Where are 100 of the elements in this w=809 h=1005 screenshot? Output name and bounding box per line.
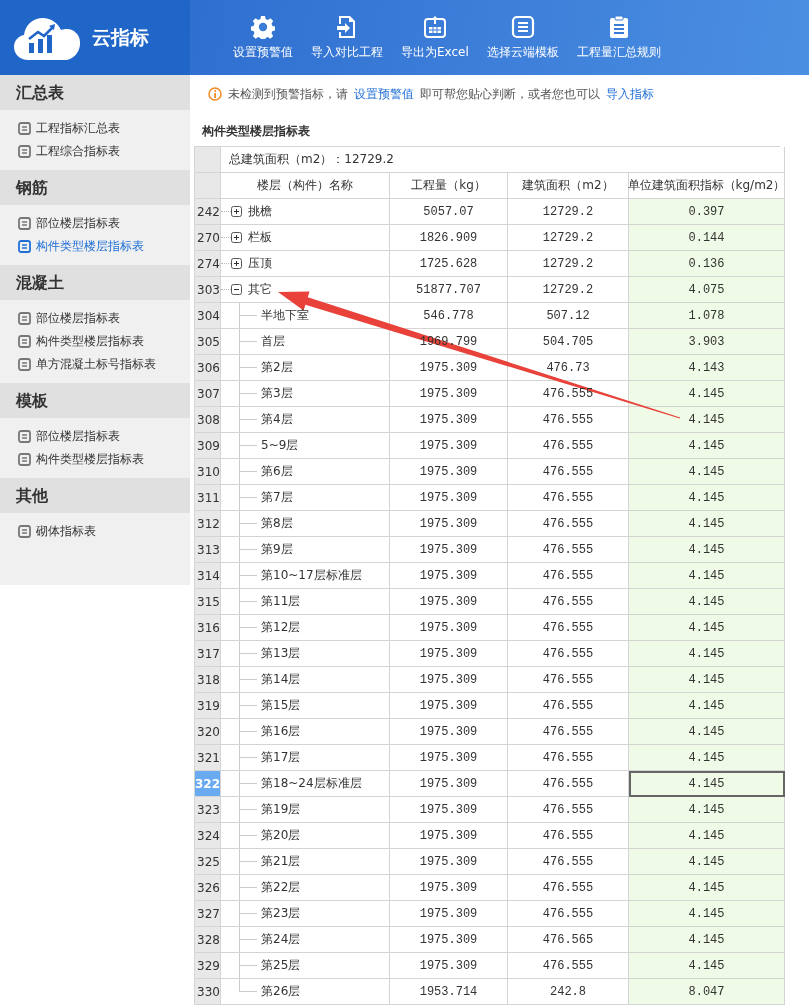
table-cell: 4.075 xyxy=(688,282,725,297)
row-name: 第3层 xyxy=(261,385,293,402)
row-name: 5~9层 xyxy=(261,437,299,454)
table-cell: 476.555 xyxy=(542,880,594,895)
sidebar-item[interactable]: 部位楼层指标表 xyxy=(18,214,190,232)
row-name: 挑檐 xyxy=(248,203,272,220)
table-cell: 4.145 xyxy=(688,880,725,895)
row-number: 309 xyxy=(195,433,221,459)
sidebar-item[interactable]: 工程指标汇总表 xyxy=(18,119,190,137)
row-number: 319 xyxy=(195,693,221,719)
toolbar-button[interactable]: 导入对比工程 xyxy=(302,14,392,61)
row-name: 首层 xyxy=(261,333,285,350)
table-cell: 12729.2 xyxy=(542,256,594,271)
column-header: 建筑面积（m2） xyxy=(508,173,629,199)
sidebar-item[interactable]: 构件类型楼层指标表 xyxy=(18,237,190,255)
row-name: 半地下室 xyxy=(261,307,309,324)
table-cell: 476.555 xyxy=(542,490,594,505)
table-cell: 476.555 xyxy=(542,412,594,427)
row-number: 304 xyxy=(195,303,221,329)
section-heading: 模板 xyxy=(0,383,190,418)
table-cell: 1975.309 xyxy=(419,516,478,531)
table-cell: 476.555 xyxy=(542,646,594,661)
table-cell: 4.145 xyxy=(688,932,725,947)
table-cell: 1975.309 xyxy=(419,880,478,895)
expand-icon[interactable] xyxy=(231,258,242,269)
table-cell: 1975.309 xyxy=(419,932,478,947)
table-cell: 1975.309 xyxy=(419,386,478,401)
table-cell: 1826.909 xyxy=(419,230,478,245)
sidebar-item[interactable]: 砌体指标表 xyxy=(18,522,190,540)
sidebar-item[interactable]: 部位楼层指标表 xyxy=(18,427,190,445)
row-number: 314 xyxy=(195,563,221,589)
table-cell: 476.555 xyxy=(542,672,594,687)
table-icon xyxy=(18,121,31,135)
toolbar-button[interactable]: 设置预警值 xyxy=(224,14,302,61)
row-number: 320 xyxy=(195,719,221,745)
section-heading: 汇总表 xyxy=(0,75,190,110)
row-number: 322 xyxy=(195,771,221,797)
table-cell: 1975.309 xyxy=(419,594,478,609)
row-number: 316 xyxy=(195,615,221,641)
expand-icon[interactable] xyxy=(231,232,242,243)
row-number: 330 xyxy=(195,979,221,1005)
row-number: 306 xyxy=(195,355,221,381)
table-cell: 4.145 xyxy=(688,906,725,921)
sidebar-item[interactable]: 单方混凝土标号指标表 xyxy=(18,355,190,373)
sidebar-item[interactable]: 构件类型楼层指标表 xyxy=(18,450,190,468)
row-name: 第22层 xyxy=(261,879,301,896)
sidebar-item[interactable]: 工程综合指标表 xyxy=(18,142,190,160)
row-name: 第15层 xyxy=(261,697,301,714)
table-cell: 476.555 xyxy=(542,802,594,817)
row-name: 第12层 xyxy=(261,619,301,636)
column-header: 工程量（kg） xyxy=(390,173,508,199)
table-cell: 4.145 xyxy=(688,646,725,661)
table-cell: 4.145 xyxy=(688,698,725,713)
sidebar-item[interactable]: 部位楼层指标表 xyxy=(18,309,190,327)
collapse-icon[interactable] xyxy=(231,284,242,295)
table-cell: 1975.309 xyxy=(419,568,478,583)
sidebar-item[interactable]: 构件类型楼层指标表 xyxy=(18,332,190,350)
table-cell: 476.555 xyxy=(542,906,594,921)
template-list-icon xyxy=(510,14,535,39)
table-icon xyxy=(18,357,31,371)
row-name: 第14层 xyxy=(261,671,301,688)
table-cell: 1975.309 xyxy=(419,620,478,635)
row-name: 第16层 xyxy=(261,723,301,740)
table-cell: 476.555 xyxy=(542,464,594,479)
row-number: 305 xyxy=(195,329,221,355)
table-cell: 4.145 xyxy=(688,464,725,479)
table-cell: 5057.07 xyxy=(423,204,474,219)
row-number: 325 xyxy=(195,849,221,875)
table-cell: 1953.714 xyxy=(419,984,478,999)
table-icon xyxy=(18,334,31,348)
gear-icon xyxy=(251,14,275,39)
table-cell: 476.555 xyxy=(542,828,594,843)
table-cell: 4.145 xyxy=(688,386,725,401)
table-cell: 476.555 xyxy=(542,776,594,791)
table-cell: 476.555 xyxy=(542,854,594,869)
row-number: 311 xyxy=(195,485,221,511)
notice-link[interactable]: 设置预警值 xyxy=(354,86,414,101)
toolbar-button[interactable]: 工程量汇总规则 xyxy=(567,14,670,61)
table-cell: 8.047 xyxy=(688,984,725,999)
table-cell: 1975.309 xyxy=(419,776,478,791)
row-number: 321 xyxy=(195,745,221,771)
table-cell: 476.555 xyxy=(542,594,594,609)
row-name: 第10~17层标准层 xyxy=(261,567,362,584)
toolbar-button[interactable]: 选择云端模板 xyxy=(477,14,568,61)
section-heading: 钢筋 xyxy=(0,170,190,205)
notice-link[interactable]: 导入指标 xyxy=(606,86,654,101)
table-cell: 4.145 xyxy=(688,802,725,817)
table-cell: 4.145 xyxy=(688,620,725,635)
expand-icon[interactable] xyxy=(231,206,242,217)
table-cell: 1975.309 xyxy=(419,672,478,687)
table-cell: 4.145 xyxy=(688,854,725,869)
toolbar-button[interactable]: 导出为Excel xyxy=(392,14,478,61)
table-cell: 3.903 xyxy=(688,334,725,349)
table-icon xyxy=(18,524,31,538)
app-title: 云指标 xyxy=(92,24,149,50)
table-cell: 1975.309 xyxy=(419,958,478,973)
table-icon xyxy=(18,452,31,466)
table-cell: 4.145 xyxy=(688,828,725,843)
table-cell: 1975.309 xyxy=(419,906,478,921)
row-number: 313 xyxy=(195,537,221,563)
